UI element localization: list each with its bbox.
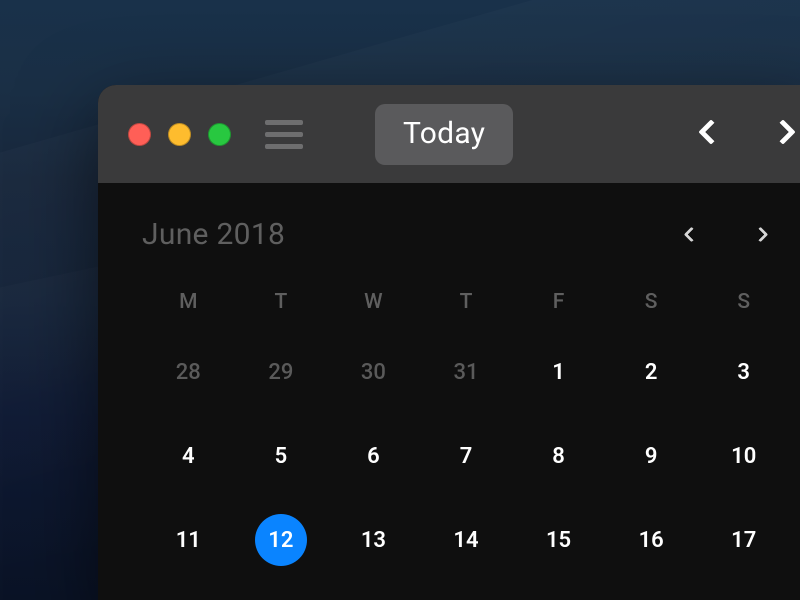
weekday-header: F [512,290,605,314]
chevron-right-icon [770,119,795,144]
calendar-day[interactable]: 28 [142,346,235,398]
titlebar-month-nav [702,123,798,145]
close-window-button[interactable] [128,123,151,146]
calendar-day[interactable]: 15 [512,514,605,566]
desktop-wallpaper: Today June 2018 [0,0,800,600]
calendar-day[interactable]: 6 [327,430,420,482]
calendar-day[interactable]: 4 [142,430,235,482]
prev-month-button[interactable] [686,225,697,244]
weekday-header: W [327,290,420,314]
hamburger-icon[interactable] [265,120,303,149]
calendar-day[interactable]: 13 [327,514,420,566]
weekday-header: M [142,290,235,314]
calendar-day[interactable]: 8 [512,430,605,482]
calendar-day-selected[interactable]: 12 [235,514,328,566]
month-year-label: June 2018 [142,217,285,252]
chevron-left-icon [684,227,700,243]
weekday-header: S [605,290,698,314]
today-button[interactable]: Today [375,104,513,165]
mini-calendar: June 2018 M T W T F S S [98,183,800,566]
calendar-day[interactable]: 31 [420,346,513,398]
calendar-day[interactable]: 2 [605,346,698,398]
calendar-window: Today June 2018 [98,85,800,600]
titlebar: Today [98,85,800,183]
calendar-day[interactable]: 7 [420,430,513,482]
calendar-day[interactable]: 3 [697,346,790,398]
calendar-day[interactable]: 29 [235,346,328,398]
calendar-day[interactable]: 1 [512,346,605,398]
calendar-day[interactable]: 10 [697,430,790,482]
prev-period-button[interactable] [702,123,720,145]
chevron-right-icon [753,227,769,243]
next-period-button[interactable] [774,123,792,145]
weekday-header: T [420,290,513,314]
window-controls [128,123,231,146]
calendar-day[interactable]: 5 [235,430,328,482]
calendar-day[interactable]: 30 [327,346,420,398]
calendar-day[interactable]: 11 [142,514,235,566]
next-month-button[interactable] [755,225,766,244]
minimize-window-button[interactable] [168,123,191,146]
fullscreen-window-button[interactable] [208,123,231,146]
calendar-day[interactable]: 14 [420,514,513,566]
weekday-header: T [235,290,328,314]
month-header: June 2018 [142,217,790,252]
calendar-day[interactable]: 16 [605,514,698,566]
calendar-day[interactable]: 9 [605,430,698,482]
weekday-header: S [697,290,790,314]
chevron-left-icon [698,119,723,144]
calendar-day[interactable]: 17 [697,514,790,566]
calendar-grid: M T W T F S S 28 29 30 31 1 2 3 4 5 6 7 [142,290,790,566]
mini-calendar-nav [686,225,790,244]
